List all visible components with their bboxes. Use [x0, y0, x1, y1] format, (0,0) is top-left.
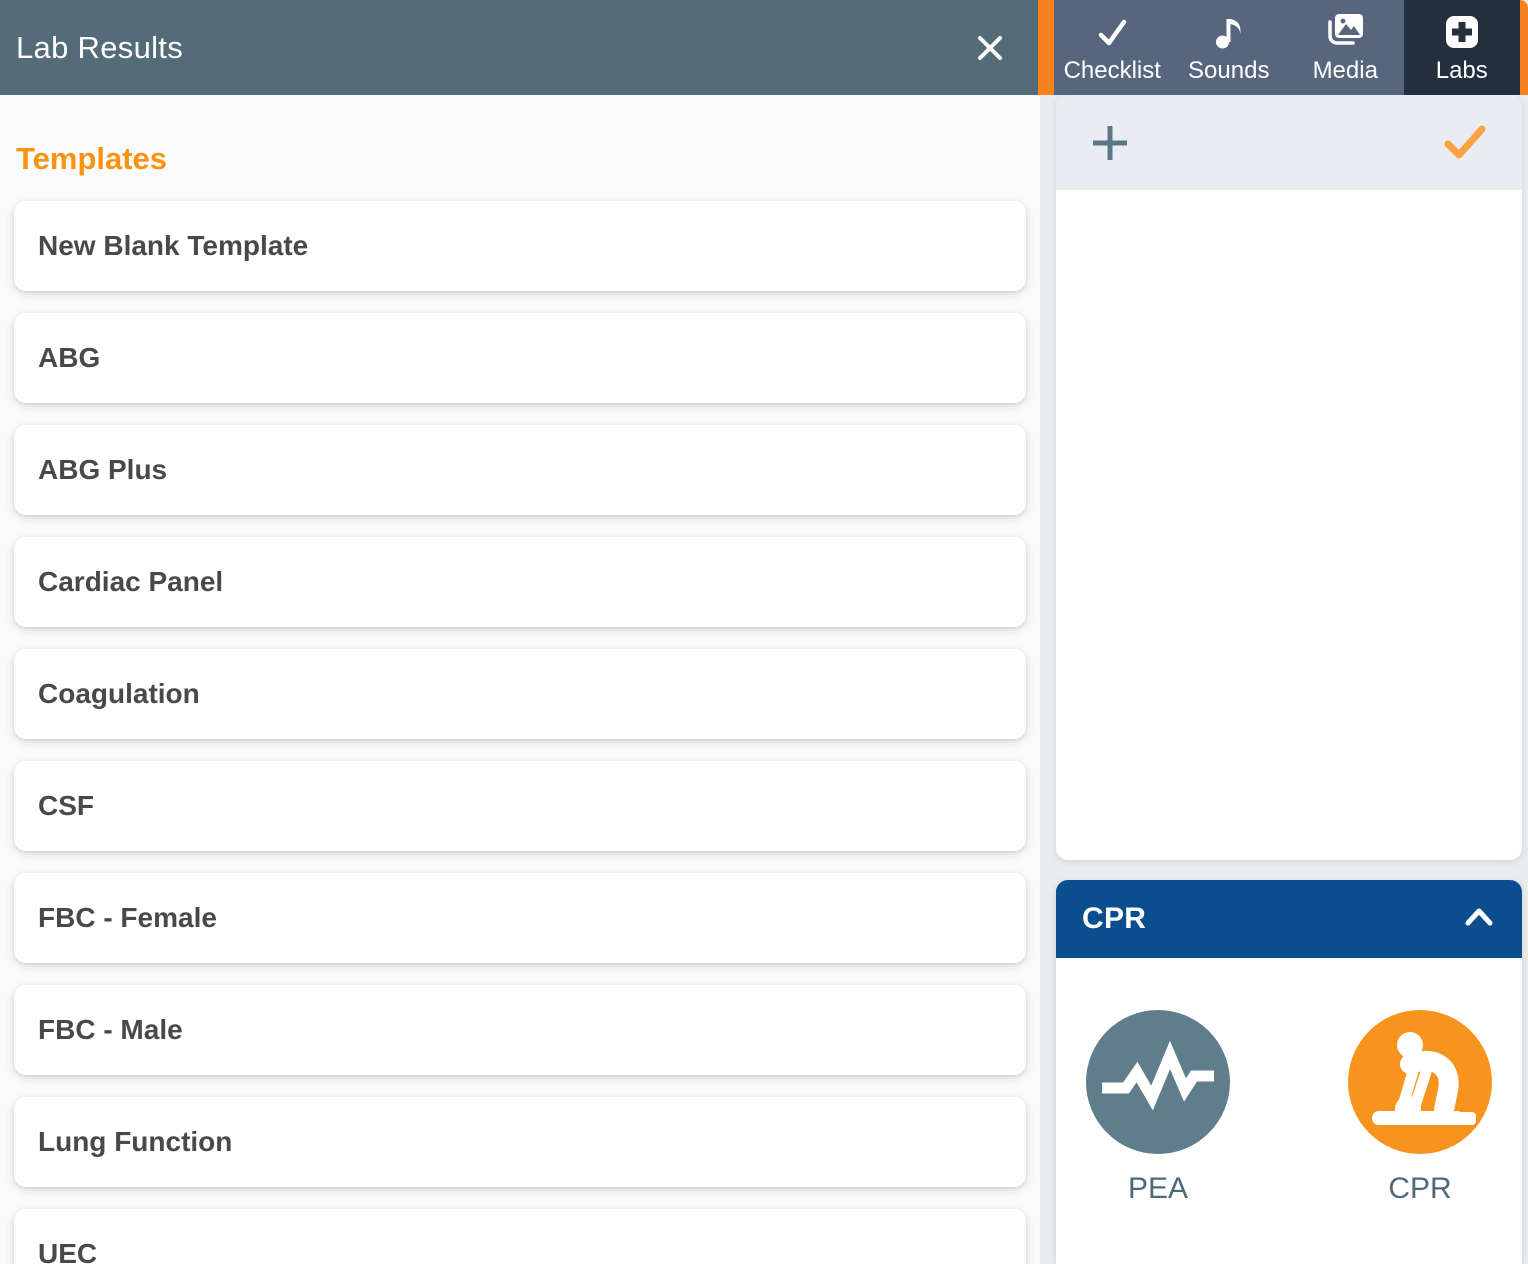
tab-label: Labs [1436, 57, 1488, 85]
template-item-csf[interactable]: CSF [14, 761, 1026, 851]
template-label: Lung Function [38, 1126, 232, 1158]
template-item-abg-plus[interactable]: ABG Plus [14, 425, 1026, 515]
page-title: Lab Results [16, 30, 183, 66]
close-icon[interactable] [968, 26, 1012, 70]
templates-list: Templates New Blank Template ABG ABG Plu… [0, 141, 1040, 1264]
tab-labs[interactable]: Labs [1404, 0, 1521, 95]
sidebar-tabbar: Checklist Sounds Media [1054, 0, 1520, 95]
template-label: New Blank Template [38, 230, 308, 262]
ecg-zigzag-icon [1086, 1010, 1230, 1154]
template-label: ABG Plus [38, 454, 167, 486]
template-label: UEC [38, 1238, 97, 1264]
template-item-fbc-male[interactable]: FBC - Male [14, 985, 1026, 1075]
cpr-button[interactable]: CPR [1348, 1010, 1492, 1206]
cpr-section: CPR PEA [1056, 880, 1522, 1264]
templates-heading: Templates [16, 141, 1024, 177]
cpr-section-header[interactable]: CPR [1056, 880, 1522, 958]
lab-results-header: Lab Results [0, 0, 1040, 95]
template-item-coagulation[interactable]: Coagulation [14, 649, 1026, 739]
tab-checklist[interactable]: Checklist [1054, 0, 1171, 95]
template-item-new-blank[interactable]: New Blank Template [14, 201, 1026, 291]
labs-toolbar [1056, 95, 1522, 190]
cpr-rescuer-icon [1348, 1010, 1492, 1154]
pea-button[interactable]: PEA [1086, 1010, 1230, 1206]
pea-label: PEA [1128, 1172, 1188, 1206]
tab-sounds[interactable]: Sounds [1171, 0, 1288, 95]
chevron-up-icon [1462, 904, 1496, 935]
tab-label: Sounds [1188, 57, 1269, 85]
cpr-label: CPR [1388, 1172, 1451, 1206]
template-label: FBC - Male [38, 1014, 183, 1046]
template-label: FBC - Female [38, 902, 217, 934]
orange-checkmark-icon[interactable] [1442, 123, 1488, 163]
template-label: Coagulation [38, 678, 200, 710]
template-label: ABG [38, 342, 100, 374]
template-item-cardiac-panel[interactable]: Cardiac Panel [14, 537, 1026, 627]
template-item-fbc-female[interactable]: FBC - Female [14, 873, 1026, 963]
tab-media[interactable]: Media [1287, 0, 1404, 95]
cpr-section-title: CPR [1082, 902, 1146, 936]
cpr-section-body: PEA CPR [1056, 958, 1522, 1206]
checkmark-icon [1090, 8, 1134, 56]
labs-content-card [1056, 95, 1522, 860]
tab-label: Checklist [1064, 57, 1161, 85]
template-item-lung-function[interactable]: Lung Function [14, 1097, 1026, 1187]
tab-label: Media [1313, 57, 1378, 85]
lab-results-panel: Lab Results Templates New Blank Template… [0, 0, 1040, 1264]
template-label: CSF [38, 790, 94, 822]
template-label: Cardiac Panel [38, 566, 223, 598]
music-note-icon [1207, 8, 1251, 56]
photo-library-icon [1322, 8, 1368, 56]
template-item-uec[interactable]: UEC [14, 1209, 1026, 1264]
template-item-abg[interactable]: ABG [14, 313, 1026, 403]
medical-cross-icon [1440, 8, 1484, 56]
plus-icon[interactable] [1090, 123, 1130, 163]
